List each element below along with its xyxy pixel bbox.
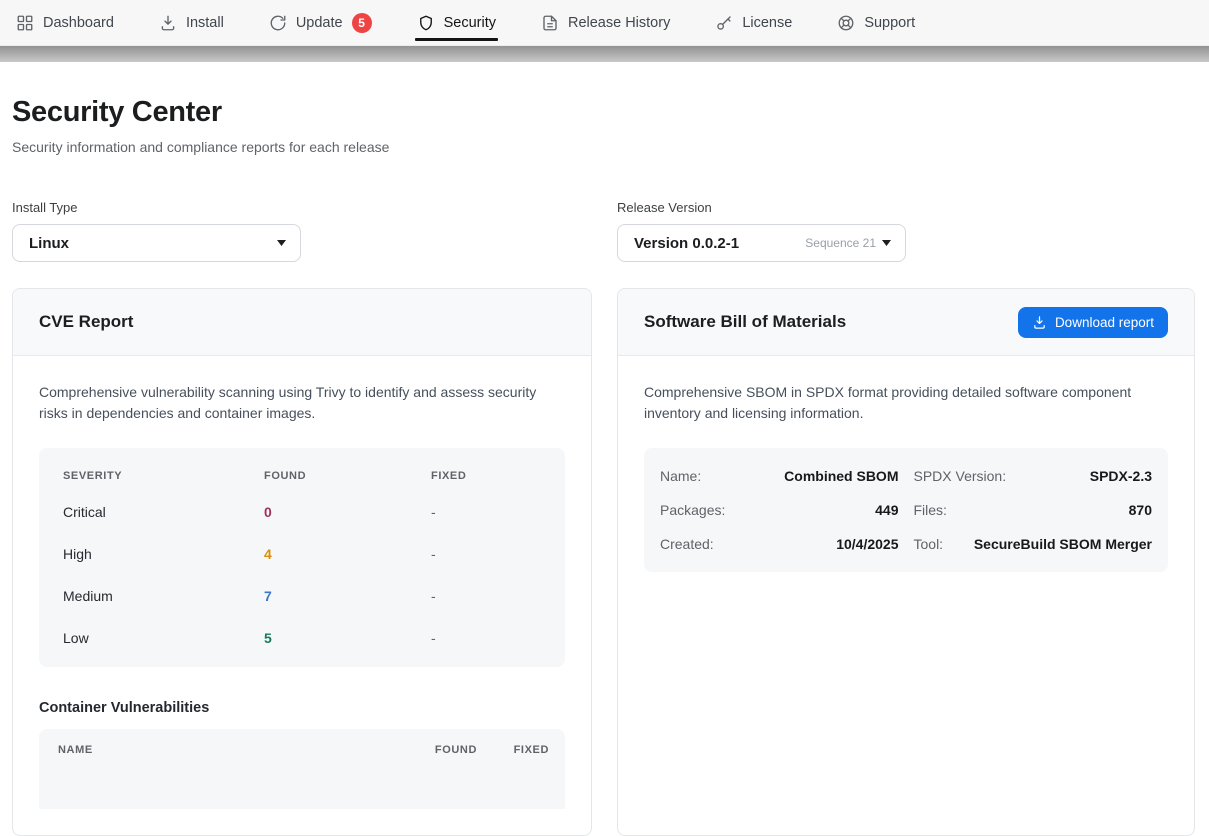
chevron-down-icon	[277, 240, 286, 246]
release-version-value: Version 0.0.2-1	[634, 235, 739, 252]
cve-description: Comprehensive vulnerability scanning usi…	[39, 382, 564, 424]
download-icon	[1032, 315, 1047, 330]
key-icon	[715, 14, 733, 32]
list-item: SPDX Version: SPDX-2.3	[914, 459, 1153, 493]
col-name: NAME	[58, 744, 391, 756]
fixed-count: -	[431, 588, 541, 604]
release-version-filter: Release Version Version 0.0.2-1 Sequence…	[617, 200, 1195, 262]
page-title: Security Center	[12, 96, 1195, 129]
cve-card-title: CVE Report	[39, 312, 133, 332]
nav-label: License	[742, 15, 792, 31]
nav-item-install[interactable]: Install	[159, 0, 224, 45]
sbom-card-header: Software Bill of Materials Download repo…	[618, 289, 1194, 356]
release-version-label: Release Version	[617, 200, 1195, 215]
detail-value: 10/4/2025	[836, 536, 898, 552]
detail-value: 870	[1129, 502, 1152, 518]
cve-card-header: CVE Report	[13, 289, 591, 356]
nav-label: Support	[864, 15, 915, 31]
container-vulnerabilities-title: Container Vulnerabilities	[39, 700, 565, 716]
list-item: Tool: SecureBuild SBOM Merger	[914, 527, 1153, 561]
nav-item-support[interactable]: Support	[837, 0, 915, 45]
nav-item-license[interactable]: License	[715, 0, 792, 45]
table-row: Critical 0 -	[63, 491, 541, 533]
dashboard-icon	[16, 14, 34, 32]
install-type-filter: Install Type Linux	[12, 200, 592, 262]
nav-label: Security	[444, 15, 496, 31]
detail-label: Packages:	[660, 502, 735, 518]
install-type-value: Linux	[29, 235, 69, 252]
detail-value: 449	[875, 502, 898, 518]
detail-label: Name:	[660, 468, 711, 484]
list-item: Name: Combined SBOM	[660, 459, 899, 493]
download-icon	[159, 14, 177, 32]
download-report-label: Download report	[1055, 315, 1154, 330]
detail-value: SPDX-2.3	[1090, 468, 1152, 484]
detail-label: Created:	[660, 536, 724, 552]
found-count: 0	[264, 504, 431, 520]
page-subtitle: Security information and compliance repo…	[12, 139, 1195, 155]
col-fixed: FIXED	[514, 744, 549, 756]
sbom-description: Comprehensive SBOM in SPDX format provid…	[644, 382, 1168, 424]
col-found: FOUND	[435, 744, 477, 756]
table-row: Low 5 -	[63, 617, 541, 659]
install-type-select[interactable]: Linux	[12, 224, 301, 262]
sbom-card-title: Software Bill of Materials	[644, 312, 846, 332]
nav-label: Update	[296, 15, 343, 31]
container-vulnerabilities-table: NAME FOUND FIXED	[39, 729, 565, 809]
sbom-card: Software Bill of Materials Download repo…	[617, 288, 1195, 836]
cards-row: CVE Report Comprehensive vulnerability s…	[12, 288, 1195, 836]
found-count: 7	[264, 588, 431, 604]
filters-row: Install Type Linux Release Version Versi…	[12, 200, 1195, 262]
severity-name: Low	[63, 630, 264, 646]
update-count-badge: 5	[352, 13, 372, 33]
detail-value: Combined SBOM	[784, 468, 898, 484]
col-found: FOUND	[264, 470, 431, 482]
col-severity: SEVERITY	[63, 470, 264, 482]
nav-label: Install	[186, 15, 224, 31]
severity-name: High	[63, 546, 264, 562]
install-type-label: Install Type	[12, 200, 592, 215]
detail-label: Files:	[914, 502, 957, 518]
cve-report-card: CVE Report Comprehensive vulnerability s…	[12, 288, 592, 836]
life-buoy-icon	[837, 14, 855, 32]
main-content: Security Center Security information and…	[0, 96, 1209, 836]
download-report-button[interactable]: Download report	[1018, 307, 1168, 338]
severity-name: Medium	[63, 588, 264, 604]
sbom-card-body: Comprehensive SBOM in SPDX format provid…	[618, 356, 1194, 598]
found-count: 5	[264, 630, 431, 646]
severity-table-header: SEVERITY FOUND FIXED	[63, 456, 541, 491]
sbom-details: Name: Combined SBOM SPDX Version: SPDX-2…	[644, 448, 1168, 572]
col-fixed: FIXED	[431, 470, 541, 482]
nav-item-dashboard[interactable]: Dashboard	[16, 0, 114, 45]
detail-label: SPDX Version:	[914, 468, 1017, 484]
severity-name: Critical	[63, 504, 264, 520]
container-vulnerabilities-header: NAME FOUND FIXED	[58, 729, 549, 771]
table-row: High 4 -	[63, 533, 541, 575]
top-divider-band	[0, 46, 1209, 62]
chevron-down-icon	[882, 240, 891, 246]
release-version-select[interactable]: Version 0.0.2-1 Sequence 21	[617, 224, 906, 262]
cve-card-body: Comprehensive vulnerability scanning usi…	[13, 356, 591, 835]
shield-icon	[417, 14, 435, 32]
detail-label: Tool:	[914, 536, 954, 552]
fixed-count: -	[431, 630, 541, 646]
list-item: Created: 10/4/2025	[660, 527, 899, 561]
found-count: 4	[264, 546, 431, 562]
fixed-count: -	[431, 546, 541, 562]
detail-value: SecureBuild SBOM Merger	[974, 536, 1152, 552]
nav-item-update[interactable]: Update 5	[269, 0, 372, 45]
top-nav: Dashboard Install Update 5 Security	[0, 0, 1209, 46]
nav-item-security[interactable]: Security	[417, 0, 496, 45]
list-item: Files: 870	[914, 493, 1153, 527]
document-icon	[541, 14, 559, 32]
table-row: Medium 7 -	[63, 575, 541, 617]
fixed-count: -	[431, 504, 541, 520]
nav-item-release-history[interactable]: Release History	[541, 0, 670, 45]
list-item: Packages: 449	[660, 493, 899, 527]
refresh-icon	[269, 14, 287, 32]
nav-label: Dashboard	[43, 15, 114, 31]
sequence-label: Sequence 21	[805, 236, 876, 250]
severity-table: SEVERITY FOUND FIXED Critical 0 - High 4…	[39, 448, 565, 667]
nav-label: Release History	[568, 15, 670, 31]
